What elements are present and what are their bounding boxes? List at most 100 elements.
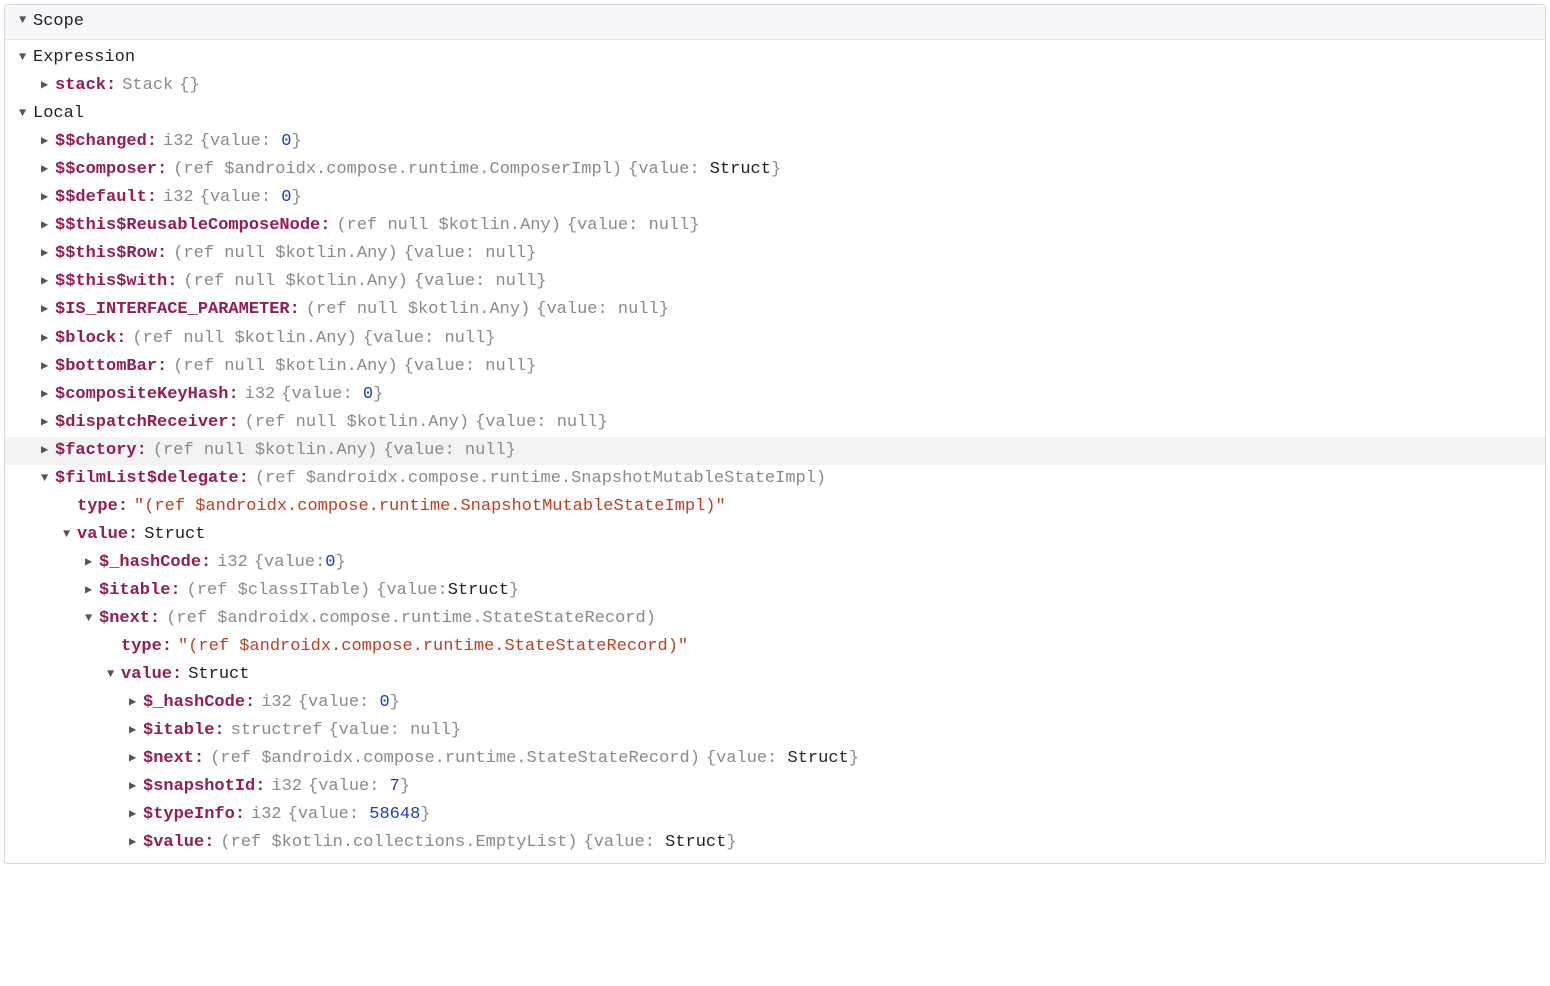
var-filmlist-next[interactable]: ▼ $next: (ref $androidx.compose.runtime.…	[5, 605, 1545, 633]
field-value: "(ref $androidx.compose.runtime.Snapshot…	[134, 493, 726, 521]
var-filmlist-value[interactable]: ▼ value: Struct	[5, 521, 1545, 549]
var-local-item[interactable]: ▶$IS_INTERFACE_PARAMETER:(ref null $kotl…	[5, 296, 1545, 324]
var-type: (ref null $kotlin.Any)	[306, 296, 530, 324]
var-local-item[interactable]: ▶$$this$ReusableComposeNode:(ref null $k…	[5, 212, 1545, 240]
var-name: $next	[99, 605, 150, 633]
caret-down-icon[interactable]: ▼	[19, 48, 33, 68]
caret-down-icon[interactable]: ▼	[107, 665, 121, 685]
var-local-item[interactable]: ▶$factory:(ref null $kotlin.Any){value: …	[5, 437, 1545, 465]
caret-right-icon[interactable]: ▶	[41, 329, 55, 349]
var-local-item[interactable]: ▶$dispatchReceiver:(ref null $kotlin.Any…	[5, 409, 1545, 437]
caret-right-icon[interactable]: ▶	[41, 441, 55, 461]
var-value: {value: 7}	[308, 773, 410, 801]
caret-right-icon[interactable]: ▶	[41, 160, 55, 180]
caret-down-icon[interactable]: ▼	[41, 469, 55, 489]
caret-right-icon[interactable]: ▶	[129, 693, 143, 713]
caret-right-icon[interactable]: ▶	[41, 413, 55, 433]
field-value: "(ref $androidx.compose.runtime.StateSta…	[178, 633, 688, 661]
caret-right-icon[interactable]: ▶	[129, 777, 143, 797]
var-local-item[interactable]: ▶$$default:i32{value: 0}	[5, 184, 1545, 212]
caret-down-icon[interactable]: ▼	[63, 525, 77, 545]
caret-down-icon[interactable]: ▼	[19, 11, 33, 31]
caret-down-icon[interactable]: ▼	[85, 609, 99, 629]
caret-right-icon[interactable]: ▶	[129, 749, 143, 769]
caret-right-icon[interactable]: ▶	[41, 76, 55, 96]
var-local-item[interactable]: ▶$compositeKeyHash:i32{value: 0}	[5, 381, 1545, 409]
var-local-item[interactable]: ▶$block:(ref null $kotlin.Any){value: nu…	[5, 325, 1545, 353]
var-local-item[interactable]: ▶$bottomBar:(ref null $kotlin.Any){value…	[5, 353, 1545, 381]
caret-right-icon[interactable]: ▶	[85, 553, 99, 573]
caret-right-icon[interactable]: ▶	[41, 244, 55, 264]
var-value: {value: Struct}	[628, 156, 781, 184]
caret-right-icon[interactable]: ▶	[85, 581, 99, 601]
section-local[interactable]: ▼ Local	[5, 100, 1545, 128]
var-name: $$changed	[55, 128, 147, 156]
var-type: (ref null $kotlin.Any)	[173, 353, 397, 381]
var-value: {value: 0}	[298, 689, 400, 717]
var-type: (ref $kotlin.collections.EmptyList)	[220, 829, 577, 857]
var-name: $typeInfo	[143, 801, 235, 829]
var-filmlist-next-value[interactable]: ▼ value: Struct	[5, 661, 1545, 689]
var-type: i32	[251, 801, 282, 829]
var-type: (ref $androidx.compose.runtime.StateStat…	[210, 745, 700, 773]
var-filmlist-itable[interactable]: ▶ $itable: (ref $classITable) {value: St…	[5, 577, 1545, 605]
var-filmlist-hash[interactable]: ▶ $_hashCode: i32 {value: 0}	[5, 549, 1545, 577]
var-next-child[interactable]: ▶$value:(ref $kotlin.collections.EmptyLi…	[5, 829, 1545, 857]
var-name: $filmList$delegate	[55, 465, 239, 493]
field-name: type	[77, 493, 118, 521]
var-value: {value: null}	[536, 296, 669, 324]
scope-panel-body: ▼ Expression ▶ stack: Stack {} ▼ Local ▶…	[5, 40, 1545, 863]
var-type: (ref null $kotlin.Any)	[132, 325, 356, 353]
var-next-child[interactable]: ▶$next:(ref $androidx.compose.runtime.St…	[5, 745, 1545, 773]
var-type: (ref null $kotlin.Any)	[153, 437, 377, 465]
caret-right-icon[interactable]: ▶	[41, 385, 55, 405]
var-type: (ref null $kotlin.Any)	[245, 409, 469, 437]
var-name: $$composer	[55, 156, 157, 184]
caret-right-icon[interactable]: ▶	[129, 721, 143, 741]
var-local-item[interactable]: ▶$$composer:(ref $androidx.compose.runti…	[5, 156, 1545, 184]
var-braces: {}	[179, 72, 199, 100]
var-type: structref	[231, 717, 323, 745]
var-local-item[interactable]: ▶$$changed:i32{value: 0}	[5, 128, 1545, 156]
caret-right-icon[interactable]: ▶	[41, 216, 55, 236]
var-next-child[interactable]: ▶$snapshotId:i32{value: 7}	[5, 773, 1545, 801]
caret-right-icon[interactable]: ▶	[129, 833, 143, 853]
var-type: (ref $androidx.compose.runtime.StateStat…	[166, 605, 656, 633]
var-next-child[interactable]: ▶$typeInfo:i32{value: 58648}	[5, 801, 1545, 829]
caret-right-icon[interactable]: ▶	[41, 272, 55, 292]
var-local-item[interactable]: ▶$$this$Row:(ref null $kotlin.Any){value…	[5, 240, 1545, 268]
field-name: type	[121, 633, 162, 661]
var-next-child[interactable]: ▶$itable:structref{value: null}	[5, 717, 1545, 745]
var-name: stack	[55, 72, 106, 100]
var-name: $itable	[99, 577, 170, 605]
caret-right-icon[interactable]: ▶	[41, 188, 55, 208]
field-value: Struct	[144, 521, 205, 549]
field-name: value	[77, 521, 128, 549]
scope-panel-header[interactable]: ▼ Scope	[5, 5, 1545, 40]
var-value: {value: 0}	[200, 128, 302, 156]
var-stack[interactable]: ▶ stack: Stack {}	[5, 72, 1545, 100]
var-name: $$this$ReusableComposeNode	[55, 212, 320, 240]
var-next-child[interactable]: ▶$_hashCode:i32{value: 0}	[5, 689, 1545, 717]
var-value: {value: null}	[404, 240, 537, 268]
var-value: {value: null}	[404, 353, 537, 381]
var-type: i32	[245, 381, 276, 409]
caret-right-icon[interactable]: ▶	[41, 357, 55, 377]
caret-right-icon[interactable]: ▶	[41, 300, 55, 320]
var-filmlist-delegate[interactable]: ▼ $filmList$delegate: (ref $androidx.com…	[5, 465, 1545, 493]
var-value: {value: null}	[414, 268, 547, 296]
var-filmlist-type[interactable]: ▶ type: "(ref $androidx.compose.runtime.…	[5, 493, 1545, 521]
caret-right-icon[interactable]: ▶	[41, 132, 55, 152]
var-type: (ref $classITable)	[187, 577, 371, 605]
var-name: $$default	[55, 184, 147, 212]
section-label: Expression	[33, 44, 135, 72]
caret-right-icon[interactable]: ▶	[129, 805, 143, 825]
var-value: {value: null}	[475, 409, 608, 437]
var-local-item[interactable]: ▶$$this$with:(ref null $kotlin.Any){valu…	[5, 268, 1545, 296]
caret-down-icon[interactable]: ▼	[19, 104, 33, 124]
section-expression[interactable]: ▼ Expression	[5, 44, 1545, 72]
var-filmlist-next-type[interactable]: ▶ type: "(ref $androidx.compose.runtime.…	[5, 633, 1545, 661]
var-name: $bottomBar	[55, 353, 157, 381]
var-value: {value: 0}	[281, 381, 383, 409]
field-value: Struct	[188, 661, 249, 689]
